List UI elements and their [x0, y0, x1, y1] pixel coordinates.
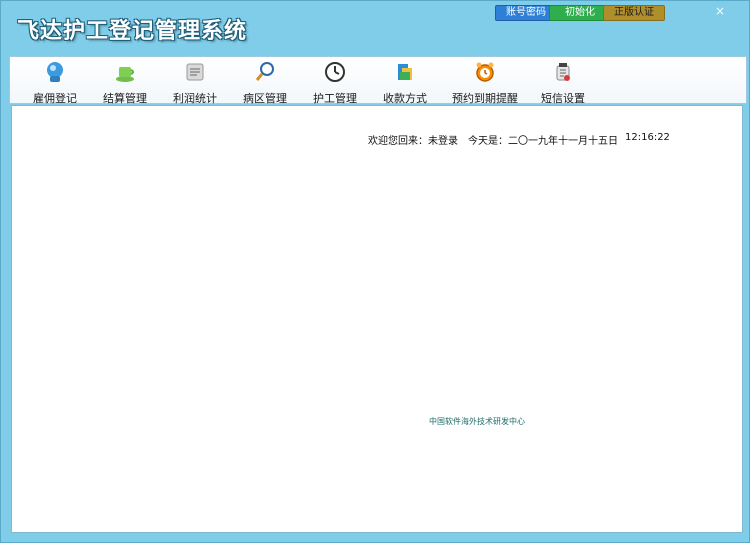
sms-settings-icon: [556, 63, 570, 81]
toolbar-item-ward-management[interactable]: 病区管理: [230, 59, 300, 105]
toolbar-label: 病区管理: [243, 92, 287, 105]
toolbar-label: 结算管理: [103, 92, 147, 105]
hire-registration-icon: [47, 62, 63, 82]
ward-management-icon: [255, 62, 274, 81]
date-text: 今天是：二〇一九年十一月十五日: [468, 136, 618, 147]
footer-credit: 中国软件海外技术研发中心: [429, 417, 525, 426]
toolbar-label: 收款方式: [383, 92, 427, 105]
app-title: 飞达护工登记管理系统: [17, 19, 248, 44]
welcome-text: 欢迎您回来：未登录: [368, 136, 458, 147]
toolbar-label: 利润统计: [173, 92, 217, 105]
license-auth-button[interactable]: 正版认证: [603, 5, 665, 21]
toolbar-item-profit-stats[interactable]: 利润统计: [160, 59, 230, 105]
initialize-button[interactable]: 初始化: [549, 5, 611, 21]
alarm-clock-icon: [476, 62, 494, 82]
toolbar-label: 护工管理: [313, 92, 357, 105]
account-password-button[interactable]: 账号密码: [495, 5, 557, 21]
toolbar-item-payment-method[interactable]: 收款方式: [370, 59, 440, 105]
toolbar-item-hire-registration[interactable]: 雇佣登记: [20, 59, 90, 105]
time-text: 12:16:22: [625, 132, 670, 143]
payment-method-icon: [398, 64, 412, 80]
toolbar-item-reminder[interactable]: 预约到期提醒: [450, 59, 520, 105]
toolbar-label: 短信设置: [541, 92, 585, 105]
toolbar-item-settlement[interactable]: 结算管理: [90, 59, 160, 105]
toolbar: 雇佣登记 结算管理 利润统计 病区管理 护工管理 收款方式 预约到期提醒 短信设…: [9, 56, 747, 105]
toolbar-label: 预约到期提醒: [452, 92, 518, 105]
caregiver-management-icon: [325, 62, 345, 82]
settlement-icon: [116, 67, 134, 82]
toolbar-label: 雇佣登记: [33, 92, 77, 105]
toolbar-item-caregiver-management[interactable]: 护工管理: [300, 59, 370, 105]
main-content: [11, 105, 743, 533]
main-window: 飞达护工登记管理系统 账号密码 初始化 正版认证 × 雇佣登记 结算管理 利润统…: [0, 0, 750, 543]
close-button[interactable]: ×: [713, 4, 727, 18]
toolbar-item-sms-settings[interactable]: 短信设置: [528, 59, 598, 105]
profit-stats-icon: [186, 63, 204, 81]
